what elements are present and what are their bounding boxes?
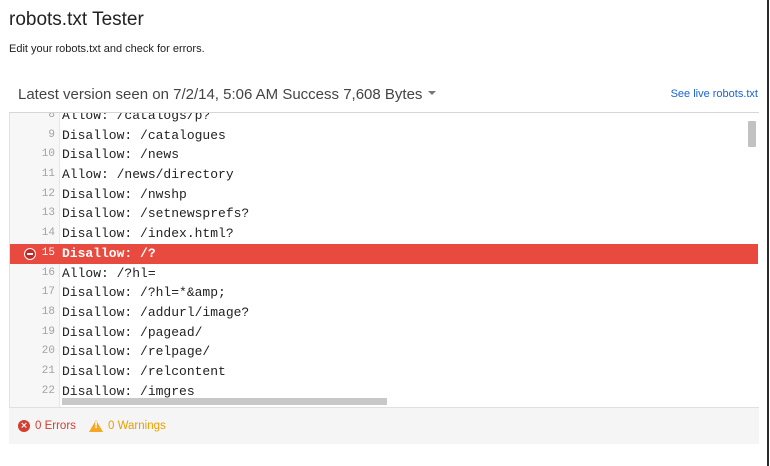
line-code: Allow: /news/directory <box>62 167 234 183</box>
line-number: 13 <box>41 207 55 220</box>
see-live-robots-link[interactable]: See live robots.txt <box>671 88 758 100</box>
line-code: Disallow: /? <box>62 245 156 261</box>
line-code: Disallow: /relpage/ <box>62 344 211 360</box>
line-number: 21 <box>41 364 55 377</box>
line-number: 15 <box>41 246 55 259</box>
editor-line[interactable]: 12 Disallow: /nwshp <box>10 185 758 205</box>
line-code: Disallow: /catalogues <box>62 127 226 143</box>
warnings-status[interactable]: 0 Warnings <box>89 420 166 432</box>
warning-icon <box>89 420 103 432</box>
line-code: Disallow: /news <box>62 147 180 163</box>
caret-down-icon <box>428 91 437 96</box>
editor-line[interactable]: 19 Disallow: /pagead/ <box>10 323 758 343</box>
line-number: 12 <box>41 187 55 200</box>
editor-line[interactable]: 10 Disallow: /news <box>10 145 758 165</box>
line-number: 22 <box>41 384 55 397</box>
page-title: robots.txt Tester <box>9 9 144 30</box>
errors-count: 0 Errors <box>35 420 76 432</box>
vertical-scrollbar[interactable] <box>748 121 756 147</box>
line-code: Disallow: /addurl/image? <box>62 304 250 320</box>
errors-status[interactable]: × 0 Errors <box>18 420 76 432</box>
editor-line[interactable]: 8 Allow: /catalogs/p? <box>10 112 758 126</box>
editor-line[interactable]: 18 Disallow: /addurl/image? <box>10 303 758 323</box>
line-code: Disallow: /relcontent <box>62 363 226 379</box>
editor-lines: 8 Allow: /catalogs/p? 9 Disallow: /catalogu… <box>10 112 758 401</box>
error-x-icon: × <box>18 420 30 432</box>
robots-editor[interactable]: 8 Allow: /catalogs/p? 9 Disallow: /catalogu… <box>9 112 759 407</box>
line-code: Disallow: /pagead/ <box>62 324 203 340</box>
line-code: Disallow: /nwshp <box>62 186 187 202</box>
line-number: 9 <box>48 128 55 141</box>
line-number: 19 <box>41 325 55 338</box>
version-dropdown[interactable]: Latest version seen on 7/2/14, 5:06 AM S… <box>18 86 437 103</box>
editor-line[interactable]: 11 Allow: /news/directory <box>10 165 758 185</box>
line-number: 10 <box>41 148 55 161</box>
page-subtitle: Edit your robots.txt and check for error… <box>9 43 205 55</box>
editor-line[interactable]: 20 Disallow: /relpage/ <box>10 342 758 362</box>
line-number: 14 <box>41 227 55 240</box>
editor-line[interactable]: 17 Disallow: /?hl=*&amp; <box>10 283 758 303</box>
editor-line[interactable]: 16 Allow: /?hl= <box>10 264 758 284</box>
line-code: Disallow: /?hl=*&amp; <box>62 285 226 301</box>
line-number: 8 <box>48 112 55 121</box>
warnings-count: 0 Warnings <box>108 420 166 432</box>
line-code: Disallow: /setnewsprefs? <box>62 206 250 222</box>
line-code: Allow: /?hl= <box>62 265 156 281</box>
editor-line[interactable]: 9 Disallow: /catalogues <box>10 126 758 146</box>
editor-line-error[interactable]: 15 Disallow: /? <box>10 243 758 264</box>
line-number: 17 <box>41 286 55 299</box>
line-code: Disallow: /index.html? <box>62 226 234 242</box>
line-number: 18 <box>41 305 55 318</box>
line-number: 11 <box>41 168 55 181</box>
line-number: 20 <box>41 345 55 358</box>
version-dropdown-label: Latest version seen on 7/2/14, 5:06 AM S… <box>18 86 423 103</box>
status-bar: × 0 Errors 0 Warnings <box>9 407 759 444</box>
horizontal-scrollbar[interactable] <box>62 398 387 405</box>
line-number: 16 <box>41 266 55 279</box>
editor-line[interactable]: 13 Disallow: /setnewsprefs? <box>10 204 758 224</box>
line-code: Allow: /catalogs/p? <box>62 112 211 123</box>
window-edge <box>767 0 769 466</box>
editor-line[interactable]: 21 Disallow: /relcontent <box>10 362 758 382</box>
editor-line[interactable]: 14 Disallow: /index.html? <box>10 224 758 244</box>
version-bar: Latest version seen on 7/2/14, 5:06 AM S… <box>9 82 759 110</box>
